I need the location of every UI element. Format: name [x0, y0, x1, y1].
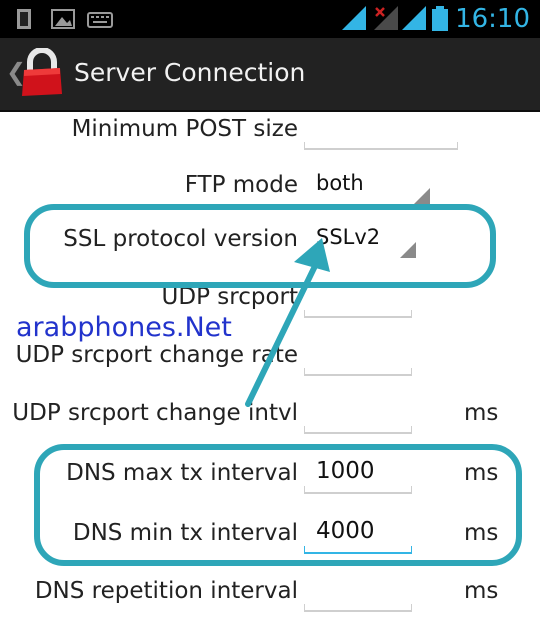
min-post-size-input[interactable]	[304, 108, 458, 150]
signal-icon	[402, 6, 426, 30]
dns-min-tx-input[interactable]: 4000	[304, 512, 412, 554]
ftp-mode-select[interactable]: both	[304, 164, 430, 204]
udp-srcport-change-intvl-input[interactable]	[304, 392, 412, 434]
unit-label: ms	[464, 520, 499, 546]
battery-icon	[432, 6, 448, 31]
setting-row-ssl-protocol: SSL protocol version SSLv2	[0, 210, 540, 268]
setting-label: Minimum POST size	[71, 116, 298, 142]
setting-row-ftp-mode: FTP mode both	[0, 156, 540, 214]
field-value: 4000	[316, 518, 375, 544]
setting-row-dns-repetition: DNS repetition interval ms	[0, 562, 540, 620]
setting-label: DNS repetition interval	[34, 578, 298, 604]
app-title: Server Connection	[74, 58, 306, 87]
keyboard-icon	[87, 12, 113, 28]
unit-label: ms	[464, 578, 499, 604]
status-bar: 16:10	[0, 0, 540, 38]
setting-label: DNS max tx interval	[66, 460, 298, 486]
field-value: 1000	[316, 458, 375, 484]
setting-label: FTP mode	[184, 172, 298, 198]
status-left-icons	[17, 9, 113, 29]
lock-icon[interactable]	[20, 48, 64, 98]
udp-srcport-change-rate-input[interactable]	[304, 334, 412, 376]
status-time: 16:10	[455, 4, 530, 34]
ssl-protocol-select[interactable]: SSLv2	[304, 218, 416, 258]
signal-no-service-icon	[374, 6, 398, 30]
image-icon	[51, 9, 75, 29]
dns-repetition-input[interactable]	[304, 570, 412, 612]
setting-label: SSL protocol version	[63, 226, 298, 252]
dropdown-arrow-icon	[400, 242, 416, 258]
dropdown-arrow-icon	[414, 188, 430, 204]
setting-row-dns-max-tx: DNS max tx interval 1000 ms	[0, 444, 540, 502]
udp-srcport-input[interactable]	[304, 276, 412, 318]
setting-label: DNS min tx interval	[72, 520, 298, 546]
dns-max-tx-input[interactable]: 1000	[304, 452, 412, 494]
sd-card-icon	[17, 9, 31, 29]
watermark-text: arabphones.Net	[16, 312, 232, 343]
wifi-icon	[342, 6, 366, 30]
spinner-value: SSLv2	[316, 225, 381, 249]
setting-row-udp-srcport-change-intvl: UDP srcport change intvl ms	[0, 384, 540, 442]
setting-row-min-post-size: Minimum POST size	[0, 100, 540, 158]
setting-row-dns-min-tx: DNS min tx interval 4000 ms	[0, 504, 540, 562]
spinner-value: both	[316, 171, 364, 195]
unit-label: ms	[464, 460, 499, 486]
unit-label: ms	[464, 400, 499, 426]
setting-label: UDP srcport change intvl	[12, 400, 298, 426]
